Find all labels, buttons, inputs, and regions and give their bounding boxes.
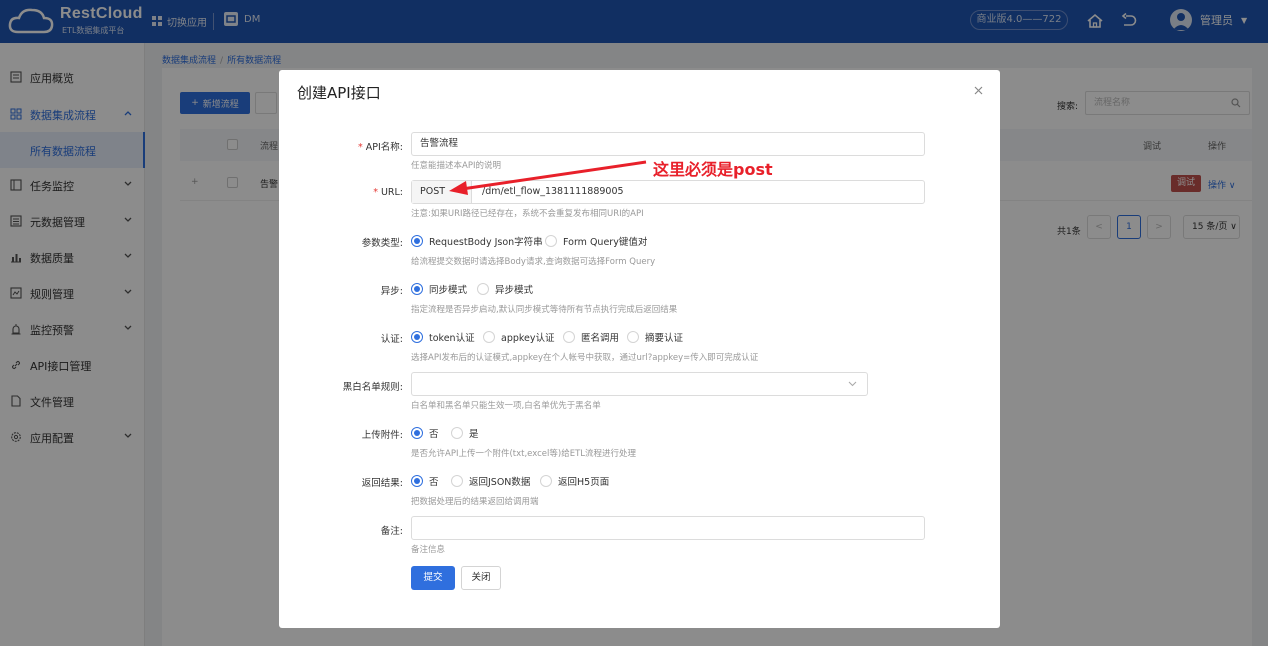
radio-unchecked — [545, 235, 557, 247]
radio-unchecked — [451, 427, 463, 439]
auth-radio-anonymous[interactable]: 匿名调用 — [563, 330, 619, 344]
param-help: 给流程提交数据时请选择Body请求,查询数据可选择Form Query — [411, 257, 656, 267]
submit-button[interactable]: 提交 — [411, 566, 455, 590]
url-input[interactable]: POST /dm/etl_flow_1381111889005 — [411, 180, 925, 204]
async-radio-sync[interactable]: 同步模式 — [411, 282, 467, 296]
radio-label: 返回JSON数据 — [469, 477, 531, 488]
radio-label: 同步模式 — [429, 285, 468, 296]
radio-checked — [411, 283, 423, 295]
radio-unchecked — [483, 331, 495, 343]
radio-label: Form Query键值对 — [563, 237, 648, 248]
param-type-label: 参数类型: — [361, 238, 403, 249]
api-name-help: 任意能描述本API的说明 — [411, 161, 501, 171]
close-icon[interactable] — [974, 86, 983, 95]
radio-checked — [411, 331, 423, 343]
url-label: * URL: — [373, 187, 403, 198]
chevron-down-icon — [848, 381, 857, 387]
async-label: 异步: — [380, 286, 403, 297]
radio-label: 否 — [429, 429, 439, 440]
bw-list-help: 白名单和黑名单只能生效一项,白名单优先于黑名单 — [411, 401, 601, 411]
radio-label: 否 — [429, 477, 439, 488]
upload-label: 上传附件: — [361, 430, 403, 441]
radio-label: 摘要认证 — [645, 333, 684, 344]
upload-radio-yes[interactable]: 是 — [451, 426, 479, 440]
return-label: 返回结果: — [361, 478, 403, 489]
close-button[interactable]: 关闭 — [461, 566, 501, 590]
radio-label: 返回H5页面 — [558, 477, 610, 488]
radio-label: token认证 — [429, 333, 475, 344]
radio-unchecked — [627, 331, 639, 343]
radio-unchecked — [477, 283, 489, 295]
auth-radio-digest[interactable]: 摘要认证 — [627, 330, 683, 344]
api-name-label: * API名称: — [358, 142, 403, 153]
remark-input[interactable] — [411, 516, 925, 540]
auth-help: 选择API发布后的认证模式,appkey在个人帐号中获取，通过url?appke… — [411, 353, 759, 363]
auth-label: 认证: — [380, 334, 403, 345]
radio-checked — [411, 475, 423, 487]
upload-help: 是否允许API上传一个附件(txt,excel等)给ETL流程进行处理 — [411, 449, 637, 459]
radio-label: 异步模式 — [495, 285, 534, 296]
url-method-addon: POST — [412, 181, 472, 203]
bw-list-label: 黑白名单规则: — [342, 382, 403, 393]
radio-label: 匿名调用 — [581, 333, 620, 344]
return-help: 把数据处理后的结果返回给调用端 — [411, 497, 539, 507]
url-help: 注意:如果URI路径已经存在，系统不会重复发布相同URI的API — [411, 209, 644, 219]
url-value: /dm/etl_flow_1381111889005 — [482, 186, 624, 197]
dialog-title: 创建API接口 — [297, 84, 381, 102]
auth-radio-appkey[interactable]: appkey认证 — [483, 330, 555, 344]
auth-radio-token[interactable]: token认证 — [411, 330, 475, 344]
radio-label: RequestBody Json字符串 — [429, 237, 543, 248]
annotation-text: 这里必须是post — [653, 160, 773, 179]
param-radio-form[interactable]: Form Query键值对 — [545, 234, 647, 248]
return-radio-no[interactable]: 否 — [411, 474, 439, 488]
remark-label: 备注: — [380, 526, 403, 537]
radio-unchecked — [563, 331, 575, 343]
radio-unchecked — [540, 475, 552, 487]
api-name-input[interactable]: 告警流程 — [411, 132, 925, 156]
return-radio-json[interactable]: 返回JSON数据 — [451, 474, 530, 488]
radio-checked — [411, 427, 423, 439]
create-api-dialog: 创建API接口 * API名称: 告警流程 任意能描述本API的说明 * URL: … — [279, 70, 1000, 628]
url-label-text: URL: — [380, 187, 403, 198]
bw-list-select[interactable] — [411, 372, 868, 396]
radio-label: appkey认证 — [501, 333, 555, 344]
param-radio-json[interactable]: RequestBody Json字符串 — [411, 234, 543, 248]
async-help: 指定流程是否异步启动,默认同步模式等待所有节点执行完成后返回结果 — [411, 305, 678, 315]
return-radio-h5[interactable]: 返回H5页面 — [540, 474, 609, 488]
radio-unchecked — [451, 475, 463, 487]
api-name-label-text: API名称: — [365, 142, 403, 153]
radio-label: 是 — [469, 429, 479, 440]
upload-radio-no[interactable]: 否 — [411, 426, 439, 440]
async-radio-async[interactable]: 异步模式 — [477, 282, 533, 296]
remark-help: 备注信息 — [411, 545, 446, 555]
radio-checked — [411, 235, 423, 247]
